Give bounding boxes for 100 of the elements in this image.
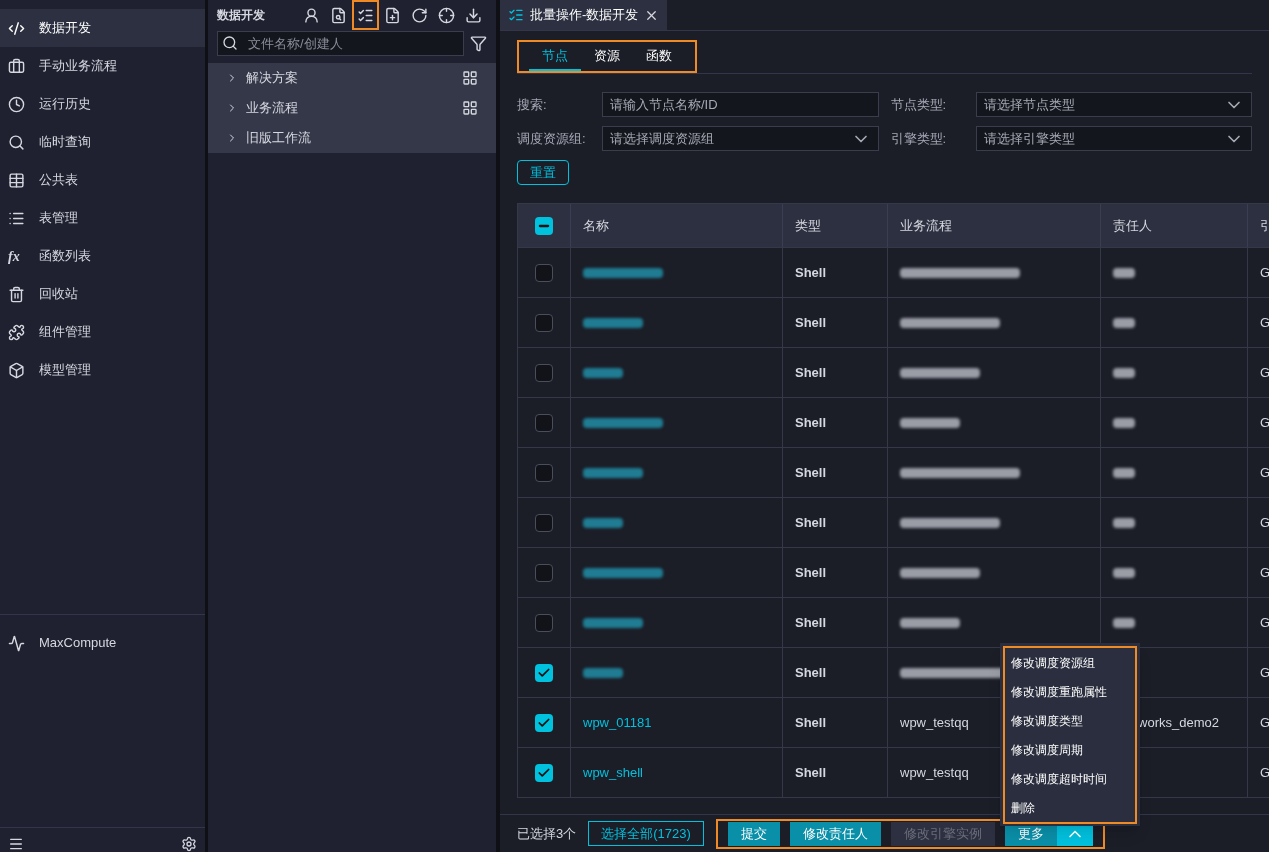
table-cell-text: G (1260, 363, 1269, 382)
table-cell-text: Shell (795, 513, 827, 532)
table-cell-text: Shell (795, 363, 827, 382)
field-label: 引擎类型: (890, 129, 948, 148)
column-header[interactable]: 引 (1248, 204, 1269, 247)
grid-icon[interactable] (462, 70, 478, 86)
tab[interactable]: 节点 (529, 45, 581, 71)
blurred-text (900, 417, 960, 428)
blurred-text (1113, 567, 1135, 578)
node-link[interactable]: wpw_01181 (583, 712, 652, 733)
table-cell-text: Shell (795, 713, 827, 732)
checkbox[interactable] (535, 563, 553, 582)
input-field[interactable]: 请输入节点名称/ID (602, 92, 879, 117)
checkbox[interactable] (535, 463, 553, 482)
tab[interactable]: 函数 (633, 45, 685, 71)
user-icon (303, 6, 320, 24)
sidebar-item[interactable]: 数据开发 (0, 9, 205, 47)
blurred-text (1113, 267, 1135, 278)
table-cell-text: G (1260, 563, 1269, 582)
checkbox[interactable] (535, 663, 553, 682)
column-header[interactable]: 类型 (783, 204, 888, 247)
tab[interactable]: 资源 (581, 45, 633, 71)
checkbox[interactable] (535, 613, 553, 632)
briefcase-icon (8, 57, 25, 75)
panel-title: 数据开发 (217, 7, 265, 24)
menu-item[interactable]: 删除 (1005, 793, 1135, 822)
checkbox[interactable] (535, 413, 553, 432)
menu-item[interactable]: 修改调度周期 (1005, 735, 1135, 764)
blurred-text (1113, 517, 1135, 528)
sidebar-item[interactable]: 表管理 (0, 199, 205, 237)
checkbox[interactable] (535, 513, 553, 532)
action-button[interactable]: 提交 (727, 821, 780, 846)
tree-item[interactable]: 业务流程 (208, 93, 496, 123)
sidebar-item[interactable]: 手动业务流程 (0, 47, 205, 85)
table-cell-text: works_demo2 (1138, 713, 1219, 732)
table-cell-text: G (1260, 313, 1269, 332)
puzzle-icon (8, 323, 25, 341)
column-header[interactable]: 名称 (571, 204, 783, 247)
table-cell-text: Shell (795, 313, 827, 332)
code-icon (8, 19, 25, 37)
table-cell-text: Shell (795, 663, 827, 682)
sidebar-item[interactable]: 模型管理 (0, 351, 205, 389)
column-header[interactable]: 责任人 (1101, 204, 1248, 247)
checkbox[interactable] (535, 713, 553, 732)
editor-tab[interactable]: 批量操作-数据开发 (500, 0, 668, 30)
menu-icon[interactable] (8, 836, 24, 852)
checkbox[interactable] (535, 263, 553, 282)
grid-icon[interactable] (462, 100, 478, 116)
tree-item[interactable]: 解决方案 (208, 63, 496, 93)
column-header[interactable]: 业务流程 (888, 204, 1101, 247)
menu-item[interactable]: 修改调度超时时间 (1005, 764, 1135, 793)
header-checkbox[interactable] (535, 216, 553, 235)
checkbox[interactable] (535, 363, 553, 382)
menu-item[interactable]: 修改调度重跑属性 (1005, 677, 1135, 706)
table-cell-text: G (1260, 613, 1269, 632)
field-label: 搜索: (517, 95, 548, 114)
select-field[interactable]: 请选择引擎类型 (975, 126, 1252, 151)
table-cell-text: Shell (795, 263, 827, 282)
action-button[interactable]: 修改责任人 (789, 821, 881, 846)
field-label: 节点类型: (890, 95, 948, 114)
table-cell-text: wpw_testqq (900, 763, 969, 782)
table-cell-text: Shell (795, 563, 827, 582)
search-field[interactable]: 文件名称/创建人 (217, 31, 464, 56)
filter-icon[interactable] (470, 35, 487, 52)
table-cell-text: G (1260, 513, 1269, 532)
menu-item[interactable]: 修改调度资源组 (1005, 648, 1135, 677)
select-field[interactable]: 请选择节点类型 (975, 92, 1252, 117)
table-cell-text: G (1260, 413, 1269, 432)
sidebar-item[interactable]: fx 函数列表 (0, 237, 205, 275)
checkbox[interactable] (535, 763, 553, 782)
tree-item[interactable]: 旧版工作流 (208, 123, 496, 153)
search-icon (8, 133, 25, 151)
file-search-icon (330, 6, 347, 24)
select-all-button[interactable]: 选择全部(1723) (588, 821, 704, 846)
table-cell-text: G (1260, 713, 1269, 732)
node-link[interactable]: wpw_shell (583, 762, 643, 783)
blurred-text (1113, 467, 1135, 478)
blurred-text (1113, 367, 1135, 378)
trash-icon (8, 285, 25, 303)
table-cell-text: Shell (795, 613, 827, 632)
checkbox[interactable] (535, 313, 553, 332)
sidebar-item[interactable]: 回收站 (0, 275, 205, 313)
settings-icon[interactable] (181, 836, 197, 852)
engine-item[interactable]: MaxCompute (0, 629, 205, 657)
menu-item[interactable]: 修改调度类型 (1005, 706, 1135, 735)
reset-button[interactable]: 重置 (517, 160, 569, 185)
sidebar-item[interactable]: 运行历史 (0, 85, 205, 123)
table-cell-text: Shell (795, 763, 827, 782)
selection-count: 已选择3个 (517, 824, 577, 843)
cube-icon (8, 361, 25, 379)
sidebar-item[interactable]: 公共表 (0, 161, 205, 199)
select-field[interactable]: 请选择调度资源组 (602, 126, 879, 151)
table-cell-text: G (1260, 263, 1269, 282)
toolbar-button[interactable] (352, 0, 379, 30)
sidebar-item[interactable]: 临时查询 (0, 123, 205, 161)
table-cell-text: G (1260, 763, 1269, 782)
wave-icon (8, 634, 25, 652)
table-cell-text: Shell (795, 463, 827, 482)
download-icon (465, 6, 482, 24)
sidebar-item[interactable]: 组件管理 (0, 313, 205, 351)
